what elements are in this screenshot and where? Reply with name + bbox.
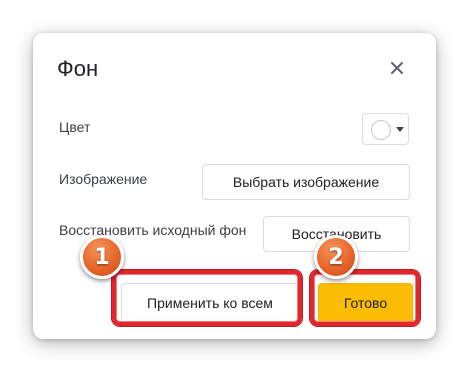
reset-background-label: Восстановить исходный фон <box>59 222 247 238</box>
done-button[interactable]: Готово <box>318 283 413 323</box>
choose-image-button[interactable]: Выбрать изображение <box>202 164 410 200</box>
color-label: Цвет <box>59 119 91 135</box>
dialog-title: Фон <box>57 56 99 81</box>
color-swatch <box>371 120 391 140</box>
image-label: Изображение <box>59 171 148 187</box>
step-marker-1: 1 <box>80 235 124 279</box>
background-dialog: Фон Цвет Изображение Выбрать изображение… <box>33 33 436 339</box>
screenshot-stage: Фон Цвет Изображение Выбрать изображение… <box>0 0 469 374</box>
chevron-down-icon <box>396 127 404 132</box>
color-picker-button[interactable] <box>362 113 409 145</box>
apply-to-all-button[interactable]: Применить ко всем <box>121 283 299 323</box>
close-icon <box>391 62 403 74</box>
step-marker-2: 2 <box>314 235 358 279</box>
close-button[interactable] <box>388 59 406 77</box>
